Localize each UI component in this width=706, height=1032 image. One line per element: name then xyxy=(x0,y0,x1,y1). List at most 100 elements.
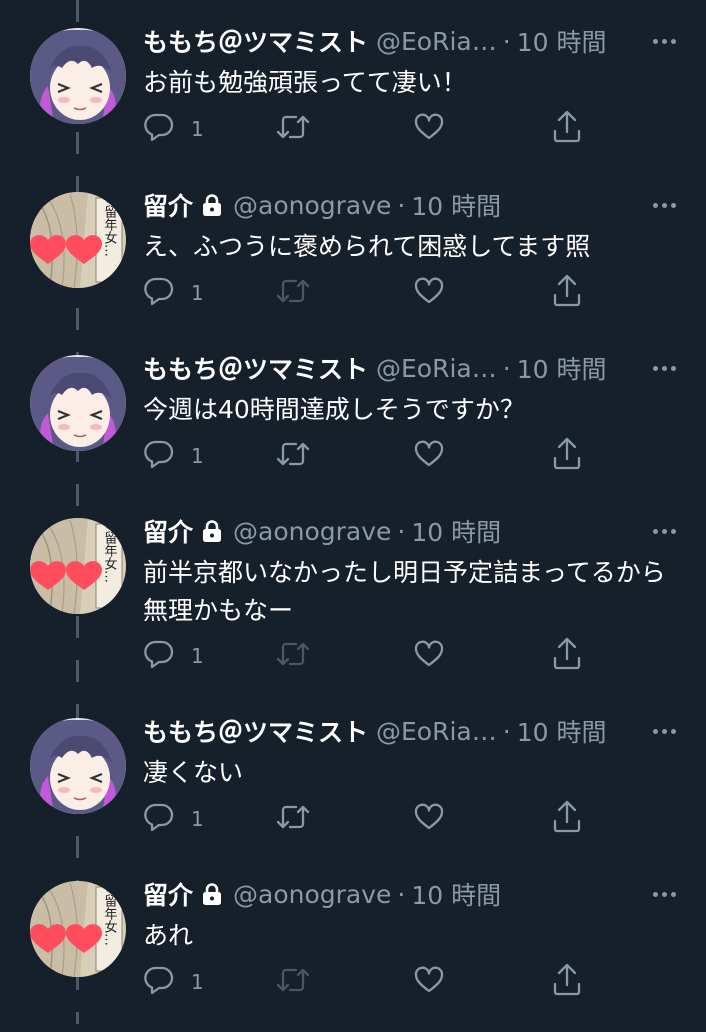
share-icon xyxy=(551,637,583,675)
reply-count: 1 xyxy=(191,807,204,831)
reply-icon xyxy=(143,275,175,311)
user-handle[interactable]: @aonograve xyxy=(233,191,391,220)
girl-avatar[interactable] xyxy=(30,355,126,451)
reply-icon xyxy=(143,438,175,474)
tweet-header: ももち＠ツマミスト @EoRia… · 10 時間 xyxy=(143,351,676,385)
display-name[interactable]: 留介 xyxy=(143,876,193,912)
lock-icon xyxy=(201,882,223,906)
reply-count: 1 xyxy=(191,644,204,668)
timestamp[interactable]: 10 時間 xyxy=(411,187,501,223)
separator-dot: · xyxy=(397,879,406,909)
tweet[interactable]: あの留年女… 留介 @aonograve · 10 時間 前半京都いなかったし明… xyxy=(0,506,706,670)
display-name[interactable]: ももち＠ツマミスト xyxy=(143,350,368,386)
share-button[interactable] xyxy=(551,637,583,675)
svg-text:あの留年女…: あの留年女… xyxy=(102,192,118,257)
retweet-icon xyxy=(275,275,311,311)
svg-text:あの留年女…: あの留年女… xyxy=(102,518,118,583)
display-name[interactable]: ももち＠ツマミスト xyxy=(143,23,368,59)
like-button[interactable] xyxy=(413,438,445,474)
retweet-button[interactable] xyxy=(275,438,311,474)
action-bar: 1 xyxy=(143,800,593,838)
timestamp[interactable]: 10 時間 xyxy=(517,23,607,59)
retweet-icon xyxy=(275,801,311,837)
retweet-button[interactable] xyxy=(275,275,311,311)
girl-avatar[interactable] xyxy=(30,718,126,814)
lock-icon xyxy=(201,193,223,217)
timestamp[interactable]: 10 時間 xyxy=(517,713,607,749)
user-handle[interactable]: @EoRia… xyxy=(376,354,497,383)
share-button[interactable] xyxy=(551,963,583,1001)
tweet[interactable]: あの留年女… 留介 @aonograve · 10 時間 あれ 1 xyxy=(0,869,706,1032)
reply-count: 1 xyxy=(191,281,204,305)
tweet[interactable]: ももち＠ツマミスト @EoRia… · 10 時間 今週は40時間達成しそうです… xyxy=(0,343,706,506)
more-icon[interactable] xyxy=(653,714,676,748)
lock-icon xyxy=(201,519,223,543)
user-handle[interactable]: @aonograve xyxy=(233,517,391,546)
display-name[interactable]: 留介 xyxy=(143,513,193,549)
tweet[interactable]: ももち＠ツマミスト @EoRia… · 10 時間 凄くない 1 xyxy=(0,706,706,869)
separator-dot: · xyxy=(397,190,406,220)
tweet-text: え、ふつうに褒められて困惑してます照 xyxy=(143,232,591,261)
like-button[interactable] xyxy=(413,275,445,311)
svg-text:あの留年女…: あの留年女… xyxy=(102,881,118,946)
tweet-text: お前も勉強頑張ってて凄い！ xyxy=(143,68,467,97)
share-icon xyxy=(551,274,583,312)
reply-icon xyxy=(143,801,175,837)
retweet-button[interactable] xyxy=(275,801,311,837)
display-name[interactable]: ももち＠ツマミスト xyxy=(143,713,368,749)
more-icon[interactable] xyxy=(653,514,676,548)
more-icon[interactable] xyxy=(653,188,676,222)
manga-avatar[interactable]: あの留年女… xyxy=(30,192,126,288)
user-handle[interactable]: @EoRia… xyxy=(376,717,497,746)
share-button[interactable] xyxy=(551,437,583,475)
reply-count: 1 xyxy=(191,117,204,141)
tweet[interactable]: あの留年女… 留介 @aonograve · 10 時間 え、ふつうに褒められて… xyxy=(0,180,706,343)
user-handle[interactable]: @EoRia… xyxy=(376,27,497,56)
separator-dot: · xyxy=(502,353,511,383)
like-icon xyxy=(413,275,445,311)
timestamp[interactable]: 10 時間 xyxy=(411,876,501,912)
separator-dot: · xyxy=(502,26,511,56)
reply-button[interactable]: 1 xyxy=(143,638,204,674)
tweet[interactable]: ももち＠ツマミスト @EoRia… · 10 時間 お前も勉強頑張ってて凄い！ … xyxy=(0,16,706,179)
timestamp[interactable]: 10 時間 xyxy=(411,513,501,549)
share-button[interactable] xyxy=(551,110,583,148)
like-button[interactable] xyxy=(413,111,445,147)
like-button[interactable] xyxy=(413,964,445,1000)
manga-avatar[interactable]: あの留年女… xyxy=(30,881,126,977)
reply-button[interactable]: 1 xyxy=(143,275,204,311)
retweet-icon xyxy=(275,111,311,147)
timestamp[interactable]: 10 時間 xyxy=(517,350,607,386)
display-name[interactable]: 留介 xyxy=(143,187,193,223)
retweet-icon xyxy=(275,964,311,1000)
retweet-button[interactable] xyxy=(275,638,311,674)
tweet-text: 今週は40時間達成しそうですか？ xyxy=(143,395,525,424)
separator-dot: · xyxy=(502,716,511,746)
tweet-header: ももち＠ツマミスト @EoRia… · 10 時間 xyxy=(143,24,676,58)
more-icon[interactable] xyxy=(653,24,676,58)
retweet-button[interactable] xyxy=(275,111,311,147)
manga-avatar[interactable]: あの留年女… xyxy=(30,518,126,614)
share-button[interactable] xyxy=(551,800,583,838)
share-icon xyxy=(551,110,583,148)
reply-count: 1 xyxy=(191,444,204,468)
reply-button[interactable]: 1 xyxy=(143,964,204,1000)
like-button[interactable] xyxy=(413,638,445,674)
reply-button[interactable]: 1 xyxy=(143,111,204,147)
reply-icon xyxy=(143,111,175,147)
action-bar: 1 xyxy=(143,437,593,475)
share-icon xyxy=(551,800,583,838)
action-bar: 1 xyxy=(143,274,593,312)
more-icon[interactable] xyxy=(653,877,676,911)
retweet-button[interactable] xyxy=(275,964,311,1000)
action-bar: 1 xyxy=(143,963,593,1001)
user-handle[interactable]: @aonograve xyxy=(233,880,391,909)
girl-avatar[interactable] xyxy=(30,28,126,124)
share-icon xyxy=(551,963,583,1001)
reply-button[interactable]: 1 xyxy=(143,438,204,474)
like-icon xyxy=(413,801,445,837)
share-button[interactable] xyxy=(551,274,583,312)
more-icon[interactable] xyxy=(653,351,676,385)
like-button[interactable] xyxy=(413,801,445,837)
reply-button[interactable]: 1 xyxy=(143,801,204,837)
